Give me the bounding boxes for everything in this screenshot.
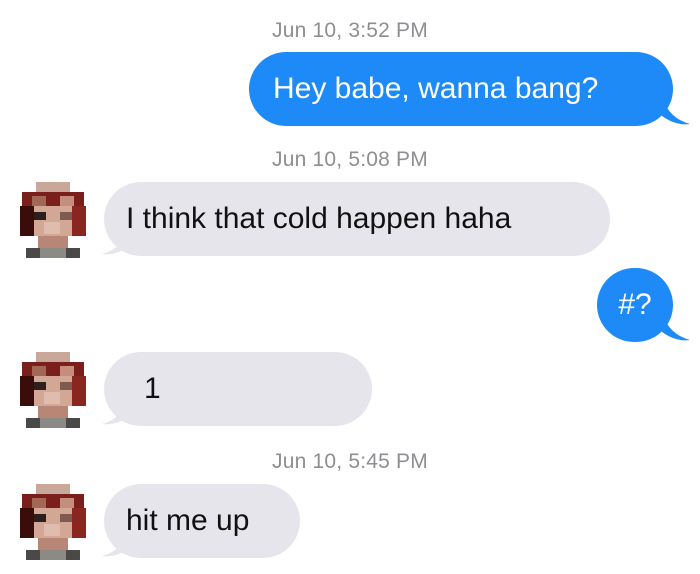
- sent-bubble[interactable]: #?: [597, 268, 673, 342]
- sent-bubble[interactable]: Hey babe, wanna bang?: [249, 52, 673, 126]
- pixelated-avatar-icon[interactable]: [10, 348, 96, 434]
- received-bubble[interactable]: I think that cold happen haha: [104, 182, 610, 256]
- avatar-image: [10, 178, 96, 264]
- avatar-image: [10, 480, 96, 566]
- pixelated-avatar-icon[interactable]: [10, 178, 96, 264]
- received-bubble[interactable]: hit me up: [104, 484, 300, 558]
- avatar-image: [10, 348, 96, 434]
- received-bubble[interactable]: 1: [104, 352, 372, 426]
- timestamp: Jun 10, 5:45 PM: [272, 450, 428, 473]
- timestamp: Jun 10, 3:52 PM: [272, 19, 428, 42]
- pixelated-avatar-icon[interactable]: [10, 480, 96, 566]
- timestamp: Jun 10, 5:08 PM: [272, 148, 428, 171]
